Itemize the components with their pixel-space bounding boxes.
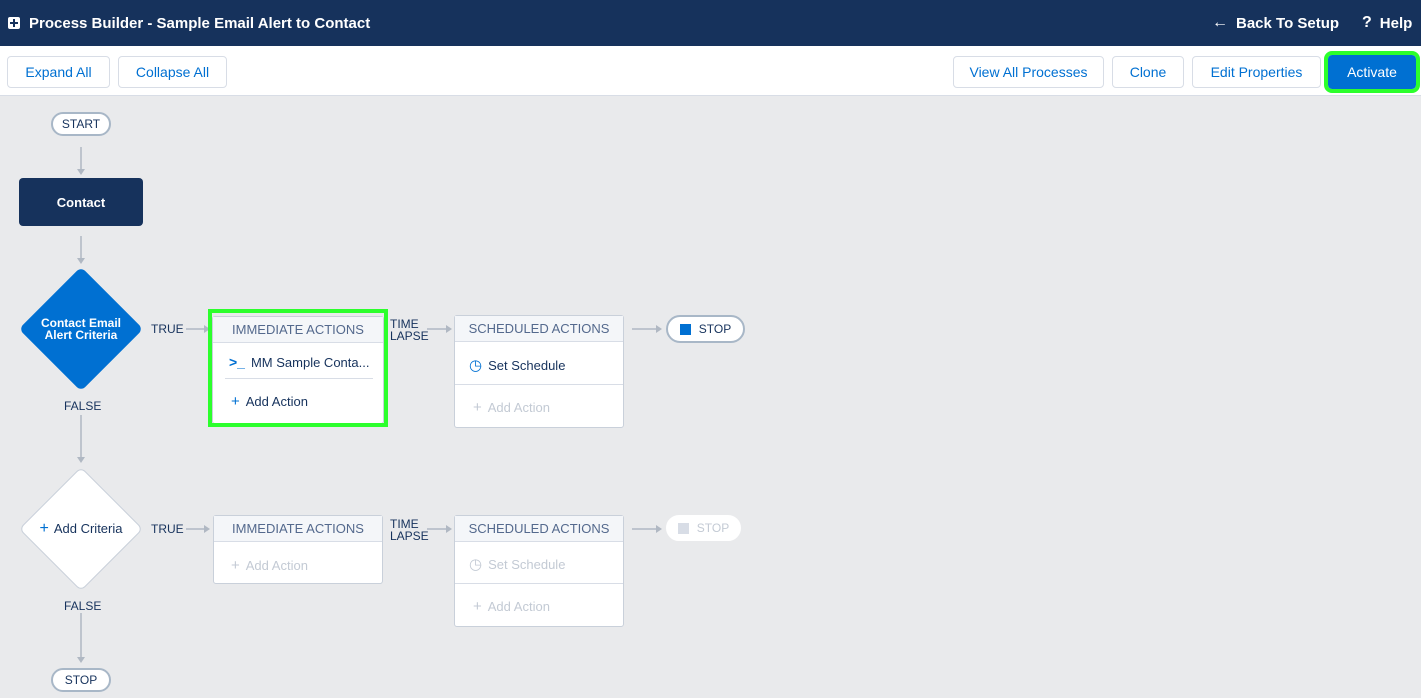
process-canvas: START Contact Contact Email Alert Criter…	[0, 97, 1421, 698]
scheduled-add-action-label-2: Add Action	[487, 598, 550, 614]
stop-label-2: STOP	[696, 521, 730, 535]
scheduled-actions-card-1: SCHEDULED ACTIONS ◷ Set Schedule + Add A…	[454, 315, 624, 428]
expand-all-button[interactable]: Expand All	[7, 56, 110, 88]
clock-icon: ◷	[469, 556, 483, 573]
back-to-setup-link[interactable]: ← Back To Setup	[1212, 0, 1339, 46]
time-lapse-line2: LAPSE	[390, 529, 429, 543]
object-node-contact[interactable]: Contact	[19, 178, 143, 226]
window-title-text: Process Builder - Sample Email Alert to …	[29, 14, 371, 32]
edit-properties-button[interactable]: Edit Properties	[1192, 56, 1321, 88]
object-node-label: Contact	[56, 194, 106, 210]
set-schedule-link-2: ◷ Set Schedule	[455, 547, 623, 581]
window-title: Process Builder - Sample Email Alert to …	[8, 0, 370, 46]
immediate-actions-header-2: IMMEDIATE ACTIONS	[214, 516, 382, 542]
plus-icon: +	[231, 556, 240, 574]
add-action-link-2: + Add Action	[214, 548, 382, 582]
scheduled-add-action-1: + Add Action	[455, 390, 623, 424]
help-link[interactable]: ? Help	[1362, 0, 1412, 46]
criteria-label-2: + Add Criteria	[19, 467, 143, 591]
end-stop-label: STOP	[64, 673, 98, 687]
criteria-node-1[interactable]: Contact Email Alert Criteria	[18, 266, 144, 392]
card-divider	[455, 583, 623, 584]
process-builder-icon	[8, 17, 20, 29]
stop-square-icon	[679, 323, 691, 335]
stop-square-icon	[677, 522, 689, 534]
clock-icon: ◷	[469, 357, 483, 374]
set-schedule-link-1[interactable]: ◷ Set Schedule	[455, 348, 623, 382]
set-schedule-label-2: Set Schedule	[488, 556, 566, 572]
stop-label-1: STOP	[698, 322, 732, 336]
stop-node-1: STOP	[666, 315, 745, 343]
activate-button[interactable]: Activate	[1324, 51, 1420, 93]
add-action-label-2: Add Action	[245, 557, 308, 573]
end-stop-node: STOP	[51, 668, 111, 692]
criteria-label-1-text: Contact Email Alert Criteria	[40, 316, 121, 342]
plus-icon: +	[473, 597, 482, 615]
criteria-node-2[interactable]: + Add Criteria	[18, 466, 144, 592]
clone-button[interactable]: Clone	[1112, 56, 1184, 88]
highlight-box	[208, 309, 388, 427]
view-all-processes-button[interactable]: View All Processes	[953, 56, 1104, 88]
add-criteria-label: Add Criteria	[53, 521, 123, 536]
scheduled-add-action-label-1: Add Action	[487, 399, 550, 415]
arrow-left-icon: ←	[1212, 14, 1228, 31]
stop-node-2: STOP	[666, 515, 741, 541]
time-lapse-line2: LAPSE	[390, 329, 429, 343]
scheduled-actions-card-2: SCHEDULED ACTIONS ◷ Set Schedule + Add A…	[454, 515, 624, 627]
immediate-actions-card-2: IMMEDIATE ACTIONS + Add Action	[213, 515, 383, 584]
criteria-label-1: Contact Email Alert Criteria	[19, 267, 143, 391]
scheduled-actions-header-1: SCHEDULED ACTIONS	[455, 316, 623, 342]
plus-icon: +	[39, 520, 49, 537]
collapse-all-button[interactable]: Collapse All	[118, 56, 227, 88]
top-bar: Process Builder - Sample Email Alert to …	[0, 0, 1421, 46]
true-label-1: TRUE	[151, 322, 184, 336]
true-label-2: TRUE	[151, 522, 184, 536]
plus-icon: +	[473, 398, 482, 416]
toolbar: Expand All Collapse All View All Process…	[0, 46, 1421, 96]
time-lapse-label-2: TIME LAPSE	[390, 518, 429, 542]
back-to-setup-label: Back To Setup	[1236, 14, 1340, 32]
start-label: START	[61, 117, 101, 131]
help-label: Help	[1379, 14, 1413, 32]
time-lapse-label-1: TIME LAPSE	[390, 318, 429, 342]
false-label-2: FALSE	[64, 599, 102, 613]
false-label-1: FALSE	[64, 399, 102, 413]
question-icon: ?	[1362, 14, 1372, 31]
start-node: START	[51, 112, 111, 136]
card-divider	[455, 384, 623, 385]
set-schedule-label-1: Set Schedule	[488, 357, 566, 373]
scheduled-add-action-2: + Add Action	[455, 589, 623, 623]
scheduled-actions-header-2: SCHEDULED ACTIONS	[455, 516, 623, 542]
